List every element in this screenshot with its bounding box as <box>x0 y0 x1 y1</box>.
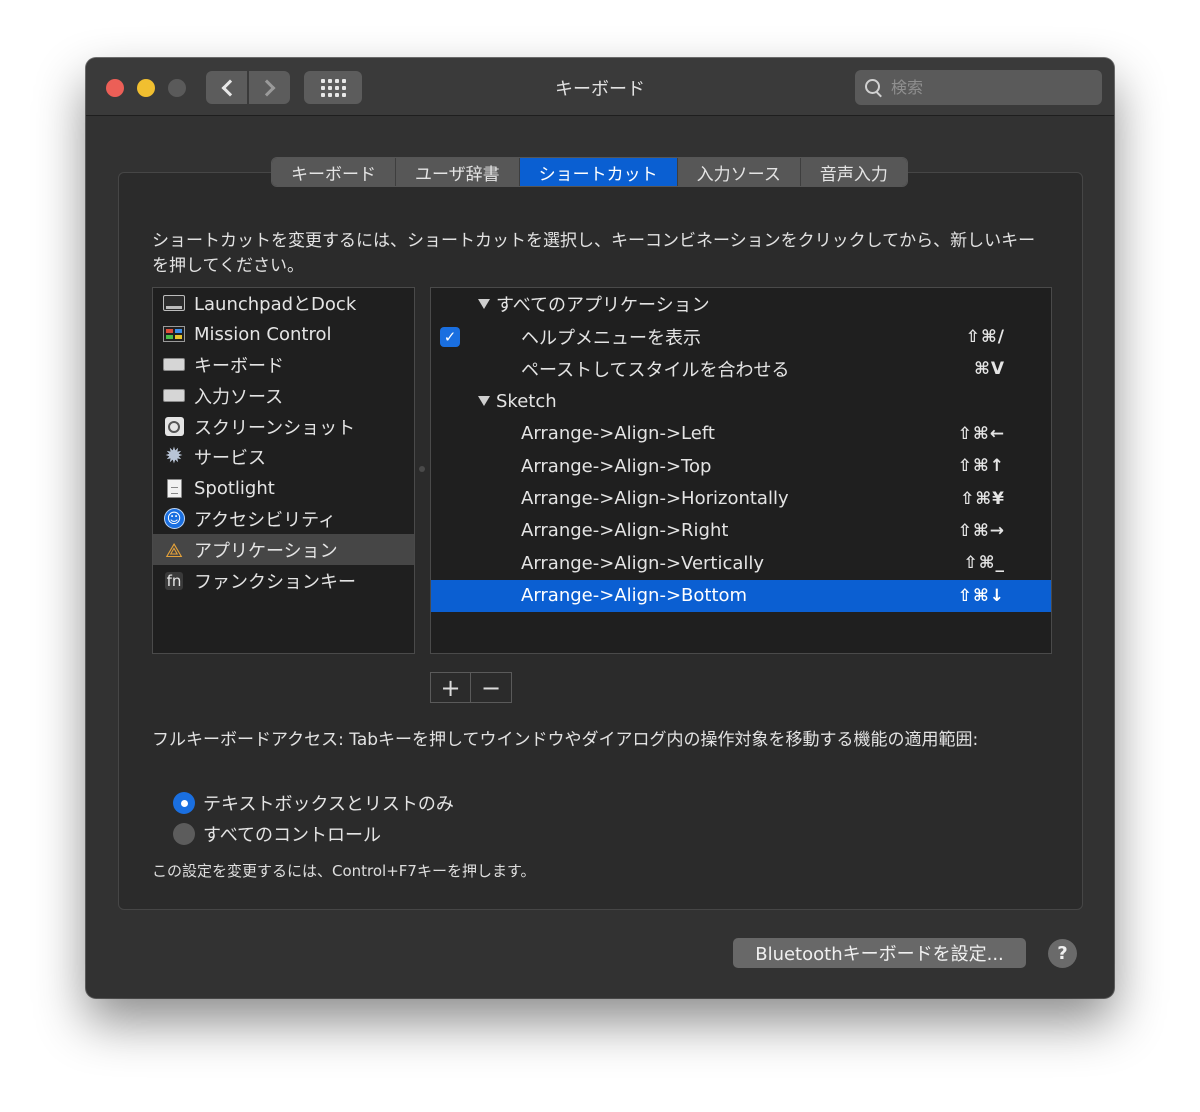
shortcut-label: Arrange->Align->Horizontally <box>521 488 789 510</box>
shortcut-label: ヘルプメニューを表示 <box>521 327 701 349</box>
setup-bluetooth-keyboard-button[interactable]: Bluetoothキーボードを設定... <box>733 938 1026 968</box>
search-field[interactable] <box>855 70 1102 105</box>
shortcut-row[interactable]: Arrange->Align->Right ⇧⌘→ <box>431 515 1051 547</box>
radio-button-selected[interactable] <box>173 792 195 814</box>
shortcut-row[interactable]: Arrange->Align->Vertically ⇧⌘_ <box>431 547 1051 579</box>
search-input[interactable] <box>891 78 1081 97</box>
keyboard-icon <box>163 389 185 403</box>
group-label: すべてのアプリケーション <box>496 295 710 317</box>
radio-label: すべてのコントロール <box>203 825 382 846</box>
category-item-mission-control[interactable]: Mission Control <box>153 319 414 350</box>
add-remove-controls: + − <box>430 672 512 703</box>
group-label: Sketch <box>496 390 557 412</box>
screenshot-icon <box>164 417 184 437</box>
shortcut-row[interactable]: Arrange->Align->Horizontally ⇧⌘¥ <box>431 482 1051 514</box>
shortcut-label: ペーストしてスタイルを合わせる <box>521 359 790 381</box>
shortcut-note: この設定を変更するには、Control+F7キーを押します。 <box>152 862 536 880</box>
category-item-accessibility[interactable]: ☺ アクセシビリティ <box>153 504 414 535</box>
document-icon <box>166 478 182 498</box>
category-label: アクセシビリティ <box>194 509 337 531</box>
enabled-checkbox[interactable]: ✓ <box>440 327 460 348</box>
fn-icon: fn <box>164 571 184 590</box>
category-label: スクリーンショット <box>194 417 356 439</box>
shortcut-keys[interactable]: ⇧⌘/ <box>966 320 1005 352</box>
tab-shortcuts[interactable]: ショートカット <box>519 158 678 186</box>
category-label: Spotlight <box>194 477 275 499</box>
accessibility-icon: ☺ <box>163 508 185 530</box>
tab-user-dictionary[interactable]: ユーザ辞書 <box>396 158 520 186</box>
search-icon <box>865 78 883 97</box>
full-keyboard-access-label: フルキーボードアクセス: Tabキーを押してウインドウやダイアログ内の操作対象を… <box>152 730 979 750</box>
shortcut-keys[interactable]: ⇧⌘← <box>958 418 1005 450</box>
category-item-input-sources[interactable]: 入力ソース <box>153 380 414 411</box>
dock-icon <box>163 295 185 312</box>
category-label: LaunchpadとDock <box>194 294 357 316</box>
shortcut-keys[interactable]: ⇧⌘→ <box>958 515 1005 547</box>
shortcut-group-sketch[interactable]: Sketch <box>431 385 1051 417</box>
shortcut-keys[interactable]: ⇧⌘↑ <box>958 450 1005 482</box>
category-item-launchpad-dock[interactable]: LaunchpadとDock <box>153 288 414 319</box>
app-store-icon: ⟁ <box>165 537 183 562</box>
tab-dictation[interactable]: 音声入力 <box>800 158 907 186</box>
add-button[interactable]: + <box>431 673 471 702</box>
category-item-services[interactable]: ✹ サービス <box>153 442 414 473</box>
category-label: サービス <box>194 448 266 470</box>
category-item-screenshots[interactable]: スクリーンショット <box>153 411 414 442</box>
shortcut-label: Arrange->Align->Left <box>521 423 715 445</box>
mission-control-icon <box>163 326 185 343</box>
category-label: キーボード <box>194 355 284 377</box>
shortcut-keys[interactable]: ⇧⌘_ <box>963 547 1005 579</box>
category-list[interactable]: LaunchpadとDock Mission Control キーボード 入力ソ… <box>152 287 415 654</box>
shortcut-label: Arrange->Align->Right <box>521 520 729 542</box>
shortcut-row[interactable]: ✓ ヘルプメニューを表示 ⇧⌘/ <box>431 320 1051 352</box>
disclosure-triangle-icon[interactable] <box>478 396 490 407</box>
tab-keyboard[interactable]: キーボード <box>272 158 396 186</box>
split-view-handle[interactable] <box>419 466 425 472</box>
shortcut-keys[interactable]: ⇧⌘↓ <box>958 580 1005 612</box>
disclosure-triangle-icon[interactable] <box>478 299 490 309</box>
gear-icon: ✹ <box>164 444 184 470</box>
category-label: 入力ソース <box>194 386 284 408</box>
category-label: Mission Control <box>194 323 332 345</box>
shortcut-keys[interactable]: ⌘V <box>974 353 1005 385</box>
preferences-window: キーボード キーボード ユーザ辞書 ショートカット 入力ソース 音声入力 ショー… <box>86 58 1114 998</box>
category-item-spotlight[interactable]: Spotlight <box>153 473 414 504</box>
tab-input-sources[interactable]: 入力ソース <box>677 158 801 186</box>
shortcut-row[interactable]: Arrange->Align->Top ⇧⌘↑ <box>431 450 1051 482</box>
radio-text-boxes-lists[interactable]: テキストボックスとリストのみ <box>173 790 454 816</box>
shortcut-row[interactable]: Arrange->Align->Left ⇧⌘← <box>431 418 1051 450</box>
instructions-text: ショートカットを変更するには、ショートカットを選択し、キーコンビネーションをクリ… <box>152 231 1036 276</box>
title-bar: キーボード <box>86 58 1114 116</box>
shortcut-label: Arrange->Align->Bottom <box>521 585 748 607</box>
shortcut-keys[interactable]: ⇧⌘¥ <box>960 482 1005 514</box>
shortcut-label: Arrange->Align->Vertically <box>521 552 765 574</box>
shortcut-row[interactable]: ペーストしてスタイルを合わせる ⌘V <box>431 353 1051 385</box>
radio-label: テキストボックスとリストのみ <box>203 794 454 815</box>
shortcut-row-selected[interactable]: Arrange->Align->Bottom ⇧⌘↓ <box>431 579 1051 612</box>
category-item-applications[interactable]: ⟁ アプリケーション <box>153 534 414 566</box>
shortcut-list[interactable]: すべてのアプリケーション ✓ ヘルプメニューを表示 ⇧⌘/ ペーストしてスタイル… <box>430 287 1052 654</box>
category-label: アプリケーション <box>194 540 338 562</box>
radio-button[interactable] <box>173 823 195 845</box>
keyboard-icon <box>163 358 185 372</box>
remove-button[interactable]: − <box>471 673 511 702</box>
shortcut-group-all-apps[interactable]: すべてのアプリケーション <box>431 288 1051 320</box>
radio-all-controls[interactable]: すべてのコントロール <box>173 821 381 847</box>
category-item-keyboard[interactable]: キーボード <box>153 350 414 381</box>
category-label: ファンクションキー <box>194 571 356 593</box>
category-item-function-keys[interactable]: fn ファンクションキー <box>153 565 414 596</box>
help-button[interactable]: ? <box>1048 939 1077 968</box>
shortcut-label: Arrange->Align->Top <box>521 455 712 477</box>
tab-bar: キーボード ユーザ辞書 ショートカット 入力ソース 音声入力 <box>271 157 908 187</box>
